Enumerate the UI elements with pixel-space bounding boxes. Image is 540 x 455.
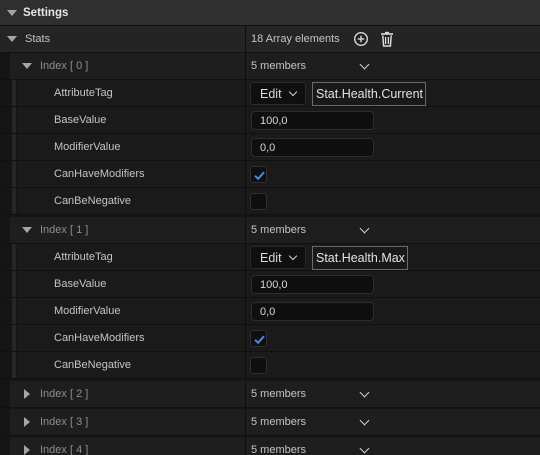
stats-value-cell: 18 Array elements [246, 26, 540, 52]
category-title: Settings [23, 6, 69, 19]
chevron-down-icon[interactable] [359, 443, 370, 453]
attribute-tag-value[interactable]: Stat.Health.Current [312, 82, 426, 106]
stats-label: Stats [25, 33, 51, 45]
triangle-down-icon [7, 9, 17, 16]
edit-tag-button[interactable]: Edit [250, 246, 306, 269]
chevron-down-icon[interactable] [359, 223, 370, 233]
can-be-negative-checkbox[interactable] [250, 193, 267, 210]
index-label: Index [ 4 ] [40, 444, 89, 455]
triangle-down-icon[interactable] [22, 227, 32, 233]
array-element-row-4: Index [ 4 ] 5 members [0, 437, 540, 455]
modifier-value-label: ModifierValue [54, 141, 121, 153]
chevron-down-icon [288, 87, 297, 96]
base-value-label: BaseValue [54, 114, 107, 126]
base-value-label: BaseValue [54, 278, 107, 290]
array-element-row-1: Index [ 1 ] 5 members [0, 217, 540, 244]
can-be-negative-row: CanBeNegative [0, 352, 540, 379]
triangle-down-icon[interactable] [7, 36, 17, 42]
can-have-modifiers-label: CanHaveModifiers [54, 168, 145, 180]
index-label-cell[interactable]: Index [ 2 ] [0, 381, 245, 407]
members-cell[interactable]: 5 members [246, 217, 540, 243]
stats-array-row: Stats 18 Array elements [0, 26, 540, 53]
checkmark-icon [254, 171, 265, 181]
edit-tag-button[interactable]: Edit [250, 82, 306, 105]
modifier-value-field[interactable]: 0,0 [251, 138, 374, 157]
modifier-value-row: ModifierValue 0,0 [0, 298, 540, 325]
attribute-tag-label: AttributeTag [54, 87, 113, 99]
checkmark-icon [254, 335, 265, 345]
array-element-row-3: Index [ 3 ] 5 members [0, 409, 540, 436]
members-cell[interactable]: 5 members [246, 381, 540, 407]
can-be-negative-label: CanBeNegative [54, 195, 132, 207]
attribute-tag-label: AttributeTag [54, 251, 113, 263]
index-label: Index [ 0 ] [40, 60, 89, 72]
array-element-row-0: Index [ 0 ] 5 members [0, 53, 540, 80]
chevron-down-icon[interactable] [359, 387, 370, 397]
members-count: 5 members [251, 444, 307, 455]
members-cell[interactable]: 5 members [246, 53, 540, 79]
members-count: 5 members [251, 60, 307, 72]
trash-icon[interactable] [378, 30, 396, 48]
members-count: 5 members [251, 416, 307, 428]
index-label: Index [ 3 ] [40, 416, 89, 428]
modifier-value-row: ModifierValue 0,0 [0, 134, 540, 161]
edit-label: Edit [260, 86, 282, 101]
triangle-right-icon[interactable] [24, 417, 30, 427]
can-have-modifiers-row: CanHaveModifiers [0, 161, 540, 188]
base-value-row: BaseValue 100,0 [0, 107, 540, 134]
index-label-cell[interactable]: Index [ 1 ] [0, 217, 245, 243]
settings-category-header[interactable]: Settings [0, 0, 540, 26]
triangle-right-icon[interactable] [24, 389, 30, 399]
index-label: Index [ 2 ] [40, 388, 89, 400]
chevron-down-icon [288, 251, 297, 260]
can-be-negative-checkbox[interactable] [250, 357, 267, 374]
members-count: 5 members [251, 224, 307, 236]
array-element-row-2: Index [ 2 ] 5 members [0, 381, 540, 408]
triangle-down-icon[interactable] [22, 63, 32, 69]
triangle-right-icon[interactable] [24, 445, 30, 455]
members-count: 5 members [251, 388, 307, 400]
chevron-down-icon[interactable] [359, 59, 370, 69]
index-label: Index [ 1 ] [40, 224, 89, 236]
can-be-negative-row: CanBeNegative [0, 188, 540, 215]
index-label-cell[interactable]: Index [ 3 ] [0, 409, 245, 435]
modifier-value-label: ModifierValue [54, 305, 121, 317]
members-cell[interactable]: 5 members [246, 437, 540, 455]
can-have-modifiers-checkbox[interactable] [250, 166, 267, 183]
array-count: 18 Array elements [251, 33, 340, 45]
chevron-down-icon[interactable] [359, 415, 370, 425]
can-have-modifiers-row: CanHaveModifiers [0, 325, 540, 352]
index-label-cell[interactable]: Index [ 0 ] [0, 53, 245, 79]
base-value-row: BaseValue 100,0 [0, 271, 540, 298]
stats-label-cell[interactable]: Stats [0, 26, 245, 52]
can-have-modifiers-checkbox[interactable] [250, 330, 267, 347]
attribute-tag-row: AttributeTag Edit Stat.Health.Max [0, 244, 540, 271]
can-have-modifiers-label: CanHaveModifiers [54, 332, 145, 344]
modifier-value-field[interactable]: 0,0 [251, 302, 374, 321]
base-value-field[interactable]: 100,0 [251, 111, 374, 130]
index-label-cell[interactable]: Index [ 4 ] [0, 437, 245, 455]
attribute-tag-value[interactable]: Stat.Health.Max [312, 246, 408, 270]
members-cell[interactable]: 5 members [246, 409, 540, 435]
add-circle-icon[interactable] [352, 30, 370, 48]
base-value-field[interactable]: 100,0 [251, 275, 374, 294]
attribute-tag-row: AttributeTag Edit Stat.Health.Current [0, 80, 540, 107]
can-be-negative-label: CanBeNegative [54, 359, 132, 371]
edit-label: Edit [260, 250, 282, 265]
